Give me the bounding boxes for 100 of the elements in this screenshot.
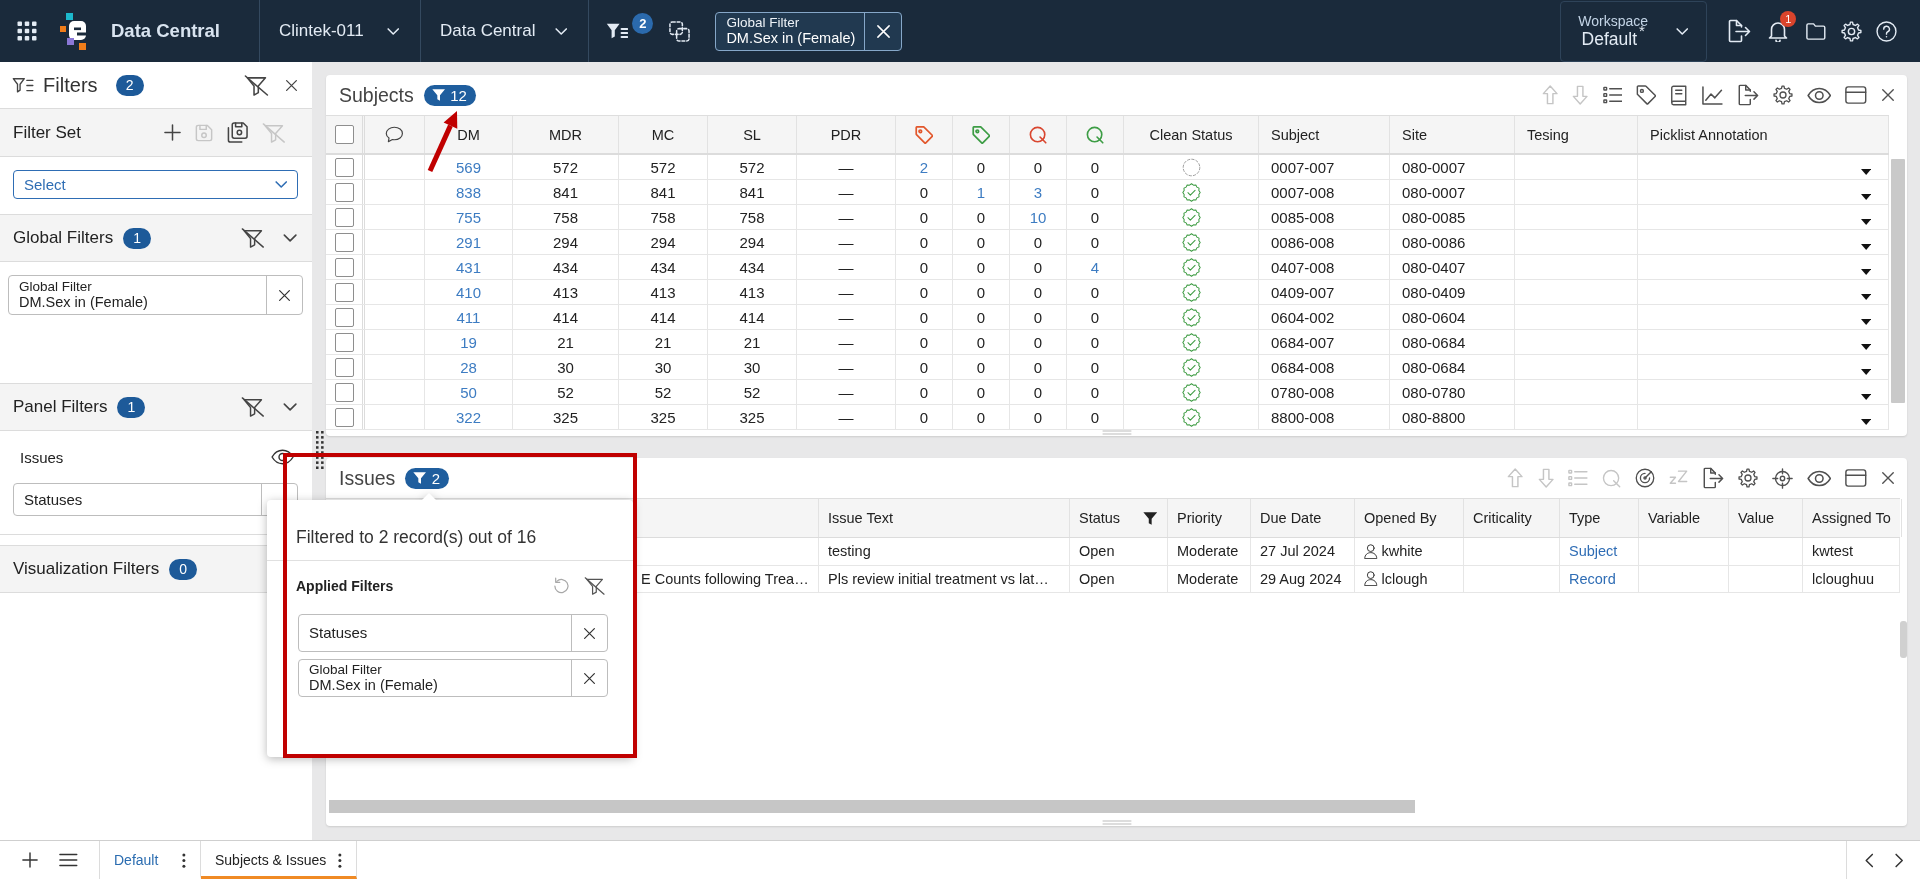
column-header[interactable]: Criticality (1464, 499, 1560, 537)
table-link[interactable]: 569 (424, 155, 513, 179)
radar-icon[interactable] (1634, 468, 1655, 488)
eye-icon[interactable] (1806, 469, 1832, 487)
tag-icon[interactable] (1636, 85, 1657, 105)
table-link[interactable]: 19 (424, 330, 513, 354)
row-checkbox[interactable] (334, 282, 354, 302)
add-icon[interactable] (164, 124, 182, 141)
vertical-scrollbar[interactable] (1900, 621, 1907, 658)
table-link[interactable]: 50 (424, 380, 513, 404)
kebab-menu-icon[interactable] (338, 852, 343, 868)
resize-grip-icon[interactable] (1101, 820, 1132, 825)
close-icon[interactable] (1881, 471, 1895, 485)
row-checkbox[interactable] (334, 257, 354, 277)
column-header[interactable]: Opened By (1355, 499, 1464, 537)
crosshair-icon[interactable] (1771, 467, 1793, 489)
close-icon[interactable] (285, 78, 298, 92)
column-header[interactable]: PDR (797, 116, 896, 153)
column-header[interactable]: Picklist Annotation (1638, 116, 1889, 153)
resize-grip-icon[interactable] (1101, 430, 1132, 435)
filter-icon[interactable] (606, 23, 629, 39)
column-header[interactable]: Type (1560, 499, 1639, 537)
chevron-down-icon[interactable] (282, 403, 297, 411)
table-link[interactable]: 322 (424, 405, 513, 429)
chevron-left-icon[interactable] (1865, 852, 1874, 868)
column-header[interactable]: Variable (1639, 499, 1729, 537)
horizontal-scrollbar[interactable] (329, 800, 1415, 813)
column-header[interactable]: Value (1729, 499, 1803, 537)
column-header[interactable]: SL (708, 116, 797, 153)
column-header[interactable]: Priority (1168, 499, 1251, 537)
row-checkbox[interactable] (334, 407, 354, 427)
table-link[interactable]: 3 (1010, 180, 1067, 204)
close-icon[interactable] (1881, 88, 1895, 102)
row-checkbox[interactable] (334, 182, 354, 202)
column-header[interactable]: Clean Status (1124, 116, 1259, 153)
table-link[interactable]: 28 (424, 355, 513, 379)
row-checkbox[interactable] (334, 157, 354, 177)
row-checkbox[interactable] (334, 382, 354, 402)
eye-icon[interactable] (1806, 86, 1832, 104)
copy-icon[interactable] (669, 20, 691, 42)
table-link[interactable]: 838 (424, 180, 513, 204)
row-checkbox[interactable] (334, 307, 354, 327)
drag-handle-icon[interactable] (316, 431, 324, 469)
table-link[interactable]: 10 (1010, 205, 1067, 229)
eye-icon[interactable] (270, 449, 294, 465)
book-icon[interactable] (1670, 84, 1688, 106)
clear-filter-icon[interactable] (583, 577, 605, 595)
column-header[interactable]: MDR (513, 116, 619, 153)
apps-grid-icon[interactable] (17, 21, 37, 41)
column-header[interactable]: Issue Text (819, 499, 1070, 537)
table-link[interactable]: 410 (424, 280, 513, 304)
menu-icon[interactable] (59, 853, 78, 867)
export-icon[interactable] (1701, 467, 1724, 489)
table-link[interactable]: 411 (424, 305, 513, 329)
table-link[interactable]: 1 (953, 180, 1010, 204)
table-link[interactable]: 755 (424, 205, 513, 229)
row-checkbox[interactable] (334, 207, 354, 227)
settings-icon[interactable] (1772, 85, 1793, 105)
save-copy-icon[interactable] (227, 122, 249, 143)
table-link[interactable]: Record (1560, 565, 1639, 592)
column-header[interactable]: Subject (1259, 116, 1390, 153)
row-checkbox[interactable] (334, 332, 354, 352)
chevron-down-icon[interactable] (282, 234, 297, 242)
help-icon[interactable] (1876, 20, 1897, 42)
list-icon[interactable] (1602, 86, 1623, 104)
clear-filter-icon[interactable] (241, 397, 265, 417)
line-chart-icon[interactable] (1701, 85, 1723, 105)
workspace-tab[interactable]: Default (100, 841, 201, 879)
table-link[interactable]: Subject (1560, 538, 1639, 565)
column-header[interactable]: MC (619, 116, 708, 153)
filter-count-button[interactable]: 12 (423, 84, 476, 106)
export-icon[interactable] (1736, 84, 1759, 106)
settings-icon[interactable] (1737, 468, 1758, 488)
column-header[interactable]: Assigned To (1803, 499, 1902, 537)
layout-icon[interactable] (1845, 86, 1867, 104)
column-header[interactable]: Site (1390, 116, 1515, 153)
table-link[interactable]: 291 (424, 230, 513, 254)
column-header[interactable]: Tesing (1515, 116, 1638, 153)
table-link[interactable]: 4 (1067, 255, 1124, 279)
row-checkbox[interactable] (334, 232, 354, 252)
table-link[interactable]: 2 (896, 155, 953, 179)
vertical-scrollbar[interactable] (1891, 159, 1905, 403)
column-header[interactable]: Due Date (1251, 499, 1355, 537)
folder-icon[interactable] (1806, 22, 1826, 40)
export-icon[interactable] (1727, 19, 1752, 43)
filter-count-button[interactable]: 2 (405, 467, 450, 489)
clear-filter-icon[interactable] (244, 74, 269, 96)
table-link[interactable]: 431 (424, 255, 513, 279)
layout-icon[interactable] (1845, 469, 1867, 487)
statuses-field[interactable]: Statuses (13, 483, 298, 516)
filter-set-select[interactable]: Select (13, 170, 298, 199)
row-checkbox[interactable] (334, 357, 354, 377)
column-header[interactable]: Status (1070, 499, 1168, 537)
workspace-dropdown[interactable]: Workspace Default* (1560, 0, 1708, 62)
add-icon[interactable] (22, 852, 38, 868)
kebab-menu-icon[interactable] (182, 852, 186, 868)
workspace-tab[interactable]: Subjects & Issues (201, 841, 358, 879)
chevron-right-icon[interactable] (1894, 852, 1903, 868)
clear-filter-icon[interactable] (241, 228, 265, 248)
select-all-checkbox[interactable] (334, 125, 354, 144)
